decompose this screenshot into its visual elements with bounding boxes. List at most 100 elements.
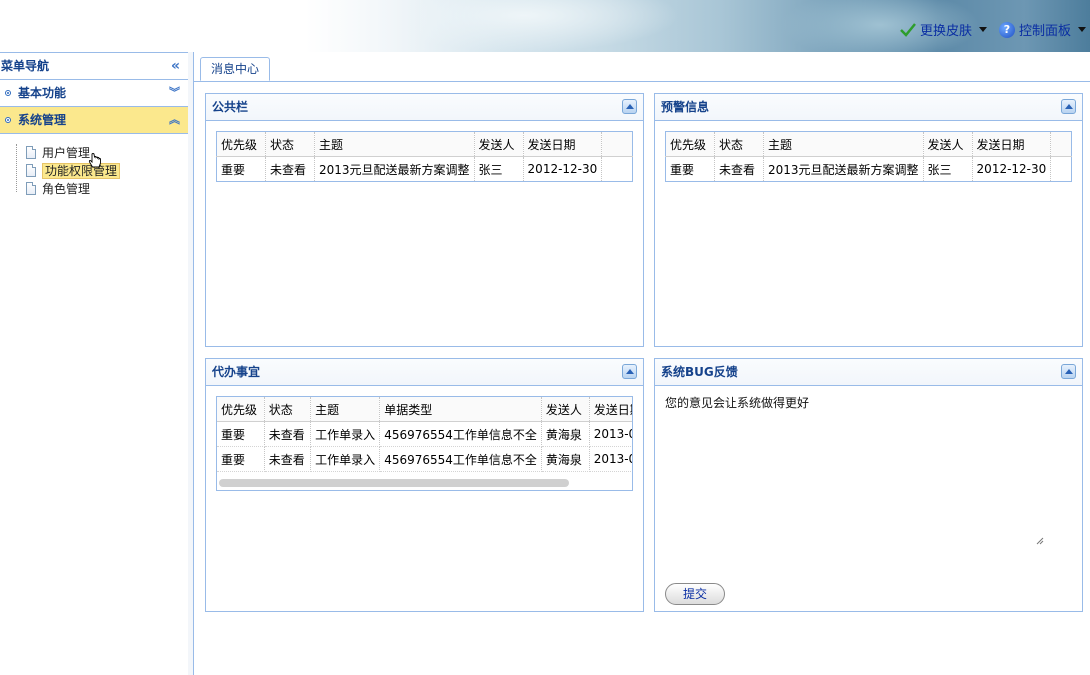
- column-header[interactable]: 发送人: [541, 397, 590, 422]
- table-cell: 张三: [474, 156, 524, 182]
- table-cell: 2013元旦配送最新方案调整: [314, 156, 475, 182]
- table-cell: 456976554工作单信息不全: [379, 421, 542, 447]
- panel-header: 代办事宜: [206, 359, 643, 386]
- todo-grid: 优先级 状态 主题 单据类型 发送人 发送日期 重要 未查看 工作单录入 456…: [217, 397, 632, 472]
- table-cell: 黄海泉: [541, 421, 590, 447]
- table-cell: 重要: [217, 421, 265, 447]
- table-cell: 工作单录入: [310, 446, 381, 472]
- table-cell: 重要: [216, 156, 266, 182]
- sidebar-title: 菜单导航 «: [0, 52, 188, 80]
- tab-message-center[interactable]: 消息中心: [200, 57, 271, 81]
- bullet-icon: [5, 90, 11, 96]
- panel-title: 预警信息: [661, 100, 710, 114]
- sidebar-title-label: 菜单导航: [1, 59, 50, 73]
- accordion-label[interactable]: 系统管理: [18, 113, 66, 127]
- table-cell: 2012-12-30: [972, 156, 1052, 182]
- panel-bulletin: 公共栏 优先级 状态 主题 发送人 发送日期 重要 未查看 2013元旦配送最新…: [205, 93, 644, 347]
- expand-icon[interactable]: ︾: [169, 80, 180, 106]
- column-header[interactable]: 单据类型: [379, 397, 542, 422]
- collapse-panel-icon[interactable]: [622, 364, 637, 379]
- table-cell: 2012-12-30: [523, 156, 603, 182]
- column-header[interactable]: 状态: [264, 397, 312, 422]
- column-header[interactable]: 主题: [763, 131, 924, 157]
- bullet-icon: [5, 117, 11, 123]
- table-cell: 未查看: [265, 156, 315, 182]
- submit-button[interactable]: 提交: [665, 583, 725, 605]
- check-icon: [900, 22, 916, 37]
- horizontal-scrollbar[interactable]: [219, 479, 569, 487]
- document-icon: [26, 146, 36, 159]
- document-icon: [26, 164, 36, 177]
- column-header[interactable]: 发送日期: [523, 131, 603, 157]
- panel-title: 公共栏: [212, 100, 249, 114]
- table-cell: 黄海泉: [541, 446, 590, 472]
- column-header[interactable]: 主题: [310, 397, 381, 422]
- feedback-placeholder: 您的意见会让系统做得更好: [665, 396, 810, 410]
- panel-todo: 代办事宜 优先级 状态 主题 单据类型 发送人 发送日期 重要 未查看 工作单录…: [205, 358, 644, 612]
- todo-grid-viewport[interactable]: 优先级 状态 主题 单据类型 发送人 发送日期 重要 未查看 工作单录入 456…: [216, 396, 633, 491]
- column-header[interactable]: 发送人: [923, 131, 973, 157]
- collapse-panel-icon[interactable]: [622, 99, 637, 114]
- control-panel-menu[interactable]: ? 控制面板: [999, 20, 1087, 39]
- collapse-panel-icon[interactable]: [1061, 99, 1076, 114]
- change-skin-label[interactable]: 更换皮肤: [920, 20, 972, 39]
- menu-item-label[interactable]: 功能权限管理: [42, 163, 121, 179]
- resize-grip-icon[interactable]: [1036, 537, 1044, 545]
- table-cell: 456976554工作单信息不全: [379, 446, 542, 472]
- panel-warning: 预警信息 优先级 状态 主题 发送人 发送日期 重要 未查看 2013元旦配送最…: [654, 93, 1083, 347]
- column-header[interactable]: 优先级: [216, 131, 266, 157]
- panel-header: 系统BUG反馈: [655, 359, 1082, 386]
- caret-down-icon[interactable]: [979, 27, 988, 32]
- table-cell: 未查看: [264, 446, 312, 472]
- table-cell: 未查看: [714, 156, 764, 182]
- menu-tree: 用户管理 功能权限管理 角色管理: [0, 134, 188, 198]
- panel-header: 预警信息: [655, 94, 1082, 121]
- column-header[interactable]: 主题: [314, 131, 475, 157]
- caret-down-icon[interactable]: [1078, 27, 1087, 32]
- column-header-filler: [1050, 131, 1072, 157]
- main-content: 公共栏 优先级 状态 主题 发送人 发送日期 重要 未查看 2013元旦配送最新…: [194, 82, 1090, 675]
- table-row[interactable]: 重要 未查看 2013元旦配送最新方案调整 张三 2012-12-30: [665, 156, 1072, 182]
- column-header[interactable]: 发送日期: [589, 397, 632, 422]
- menu-item-role-management[interactable]: 角色管理: [0, 180, 188, 198]
- table-cell: 重要: [665, 156, 715, 182]
- control-panel-label[interactable]: 控制面板: [1019, 20, 1071, 39]
- table-cell: 工作单录入: [310, 421, 381, 447]
- column-header[interactable]: 优先级: [665, 131, 715, 157]
- panel-header: 公共栏: [206, 94, 643, 121]
- table-cell: 2013-01-: [589, 421, 632, 447]
- accordion-system-management[interactable]: 系统管理 ︽: [0, 107, 188, 134]
- collapse-sidebar-icon[interactable]: «: [171, 53, 180, 79]
- menu-item-label[interactable]: 用户管理: [42, 146, 90, 160]
- column-header[interactable]: 发送人: [474, 131, 524, 157]
- column-header[interactable]: 状态: [265, 131, 315, 157]
- bulletin-grid: 优先级 状态 主题 发送人 发送日期 重要 未查看 2013元旦配送最新方案调整…: [216, 131, 633, 182]
- panel-bug-feedback: 系统BUG反馈 您的意见会让系统做得更好 提交: [654, 358, 1083, 612]
- menu-item-label[interactable]: 角色管理: [42, 182, 90, 196]
- panel-title: 代办事宜: [212, 365, 261, 379]
- feedback-textarea[interactable]: 您的意见会让系统做得更好 提交: [655, 386, 1082, 611]
- accordion-label[interactable]: 基本功能: [18, 86, 66, 100]
- column-header-filler: [601, 131, 633, 157]
- collapse-panel-icon[interactable]: [1061, 364, 1076, 379]
- table-row[interactable]: 重要 未查看 工作单录入 456976554工作单信息不全 黄海泉 2013-0…: [217, 446, 632, 472]
- column-header[interactable]: 优先级: [217, 397, 265, 422]
- table-row[interactable]: 重要 未查看 工作单录入 456976554工作单信息不全 黄海泉 2013-0…: [217, 421, 632, 447]
- collapse-icon[interactable]: ︽: [169, 107, 180, 133]
- column-header[interactable]: 状态: [714, 131, 764, 157]
- column-header[interactable]: 发送日期: [972, 131, 1052, 157]
- accordion-basic-functions[interactable]: 基本功能 ︾: [0, 80, 188, 107]
- table-cell: 2013-01-: [589, 446, 632, 472]
- hand-cursor-icon: [88, 153, 101, 168]
- banner-decoration: [420, 0, 680, 52]
- table-row[interactable]: 重要 未查看 2013元旦配送最新方案调整 张三 2012-12-30: [216, 156, 633, 182]
- document-icon: [26, 182, 36, 195]
- table-cell: 重要: [217, 446, 265, 472]
- top-banner: 更换皮肤 ? 控制面板: [0, 0, 1090, 52]
- table-cell-filler: [1050, 156, 1072, 182]
- help-icon: ?: [999, 21, 1015, 38]
- panel-title: 系统BUG反馈: [661, 365, 738, 379]
- warning-grid: 优先级 状态 主题 发送人 发送日期 重要 未查看 2013元旦配送最新方案调整…: [665, 131, 1072, 182]
- change-skin-menu[interactable]: 更换皮肤: [900, 20, 988, 39]
- sidebar: 菜单导航 « 基本功能 ︾ 系统管理 ︽ 用户管理 功能权限管理 角色管理: [0, 52, 189, 675]
